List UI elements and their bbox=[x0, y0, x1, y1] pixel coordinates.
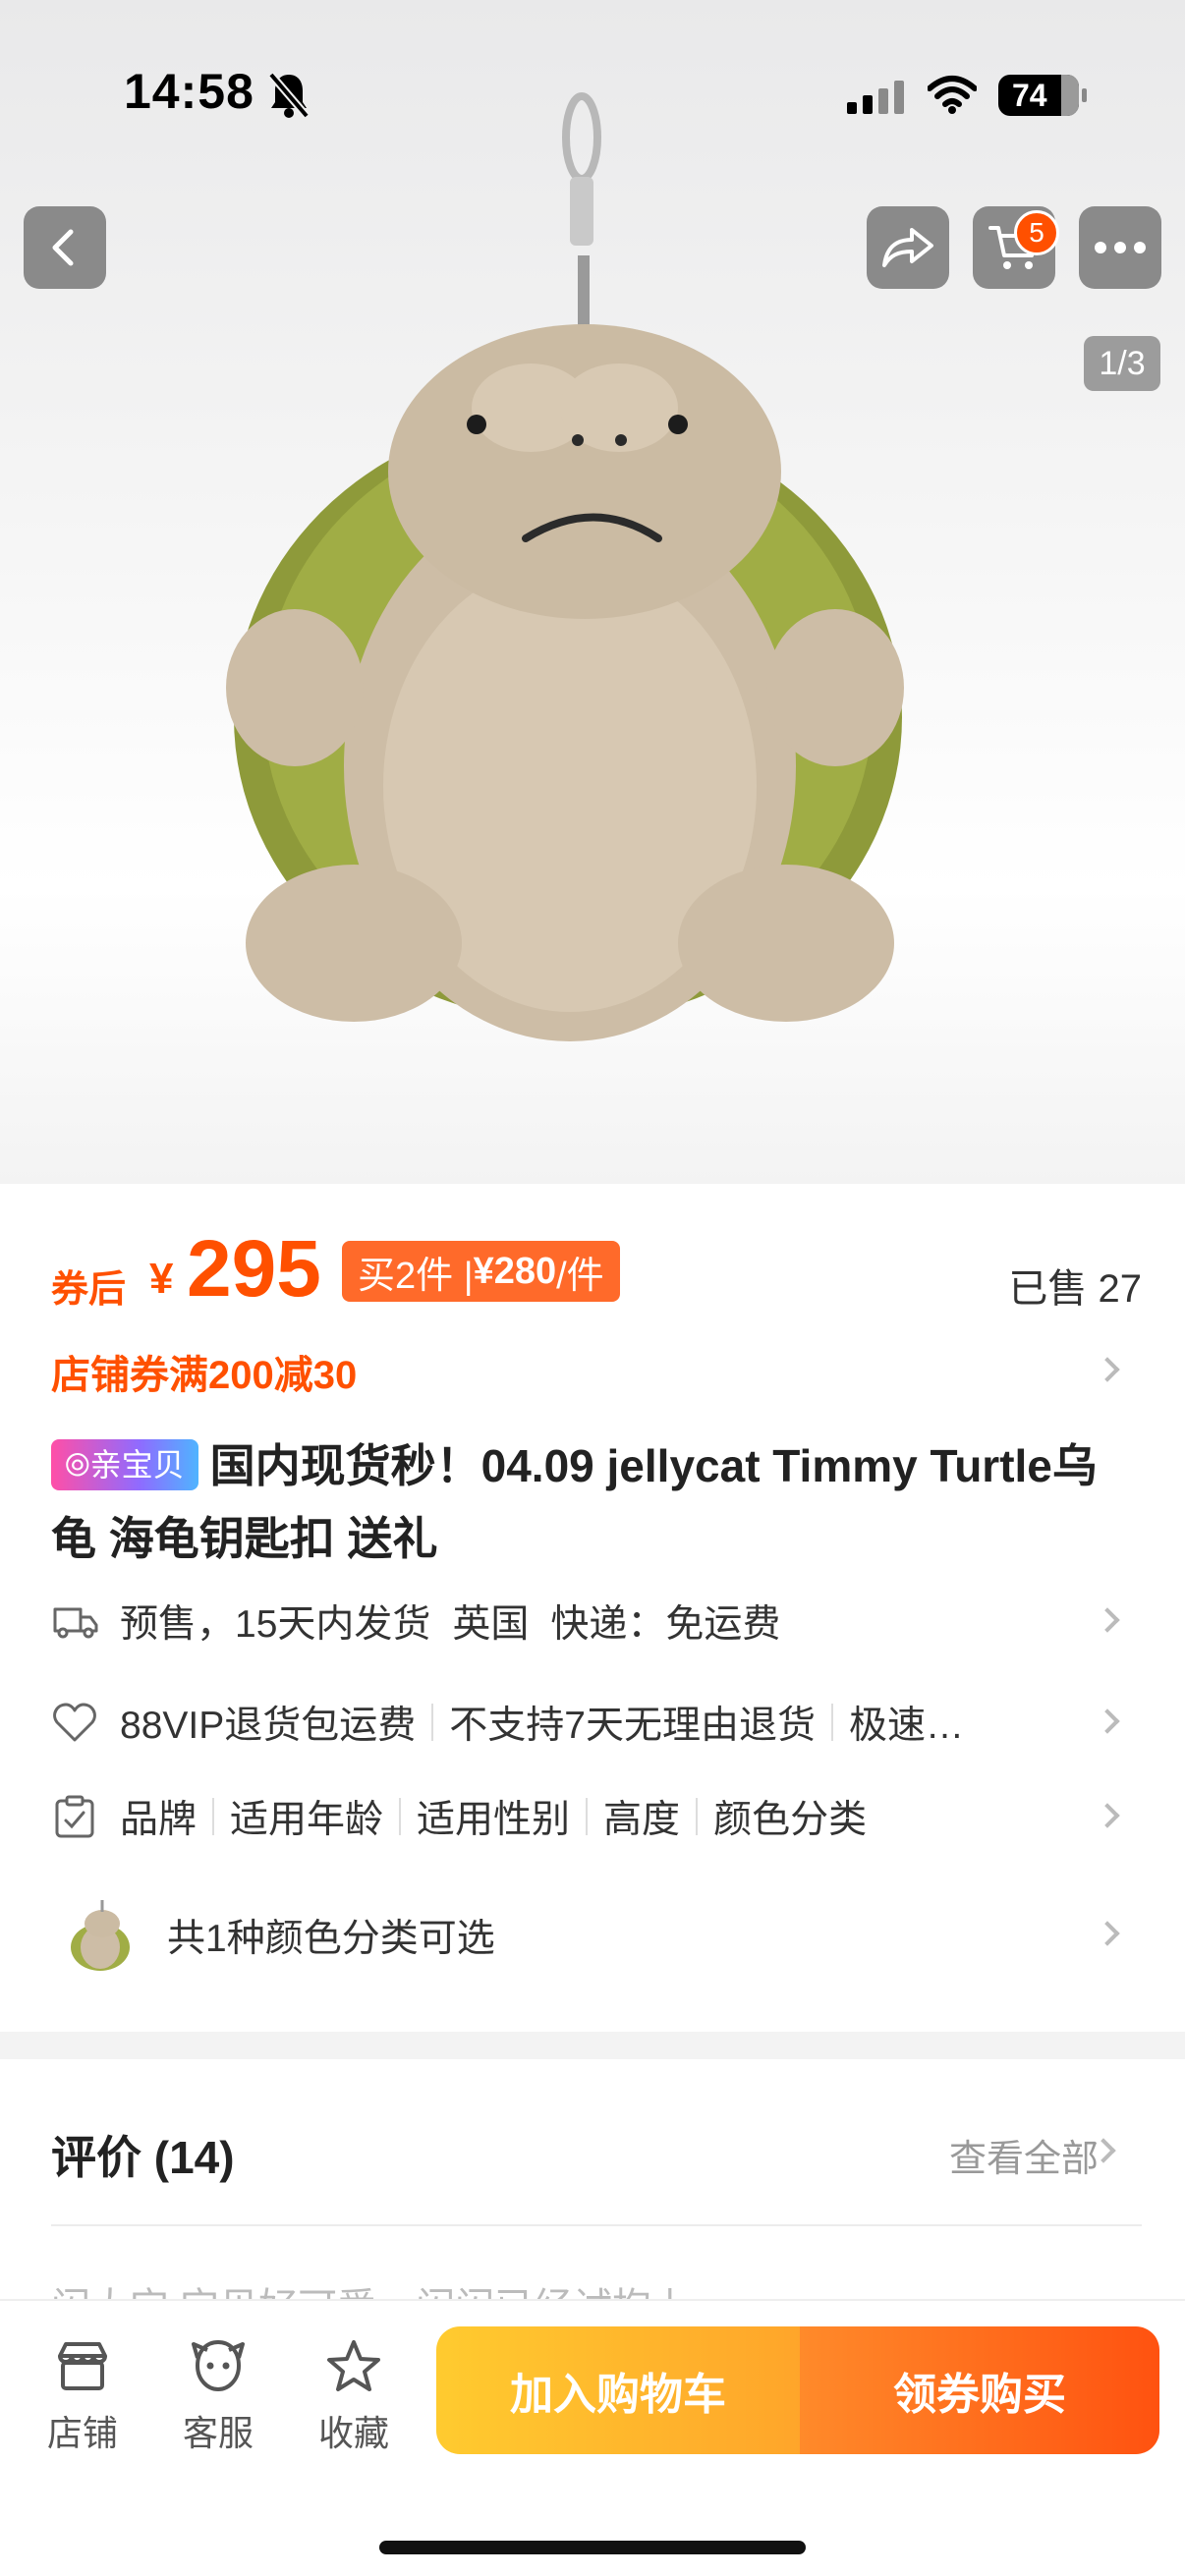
shipping-row[interactable]: 预售，15天内发货 英国 快递：免运费 bbox=[51, 1592, 1142, 1651]
clipboard-icon bbox=[55, 1795, 94, 1838]
reviews-section: 评价 (14) 查看全部 闪大宝 宝贝好可爱，闪闪已经试抱上 bbox=[0, 2059, 1185, 2305]
attribute-item: 适用年龄 bbox=[230, 1799, 384, 1841]
price-amount: 295 bbox=[187, 1224, 321, 1314]
battery-level: 74 bbox=[1012, 77, 1047, 113]
service-icon bbox=[192, 2339, 245, 2392]
attribute-item: 适用性别 bbox=[417, 1799, 571, 1841]
cellular-signal-icon bbox=[847, 81, 904, 114]
presale-text: 预售，15天内发货 bbox=[120, 1603, 431, 1646]
chevron-right-icon bbox=[1095, 1708, 1120, 1734]
view-all-reviews-link[interactable]: 查看全部 bbox=[949, 2128, 1099, 2182]
service-tab[interactable]: 客服 bbox=[159, 2336, 277, 2456]
more-icon bbox=[1095, 242, 1146, 253]
attribute-item: 颜色分类 bbox=[713, 1799, 868, 1841]
bulk-unit: /件 bbox=[556, 1255, 604, 1297]
back-button[interactable] bbox=[24, 206, 106, 289]
divider bbox=[51, 2224, 1142, 2226]
truck-icon bbox=[53, 1607, 98, 1639]
favorite-tab[interactable]: 收藏 bbox=[295, 2336, 413, 2456]
title-text: 国内现货秒！04.09 jellycat Timmy Turtle乌龟 海龟钥匙… bbox=[51, 1440, 1098, 1564]
shop-tab[interactable]: 店铺 bbox=[24, 2336, 141, 2456]
service-item: 88VIP退货包运费 bbox=[120, 1705, 417, 1747]
bulk-price: ¥280 bbox=[473, 1250, 557, 1292]
bulk-text: 买2件 | bbox=[358, 1255, 474, 1297]
product-title: ⦾亲宝贝 国内现货秒！04.09 jellycat Timmy Turtle乌龟 … bbox=[51, 1429, 1132, 1575]
chevron-right-icon bbox=[1095, 1607, 1120, 1633]
store-icon bbox=[58, 2342, 107, 2390]
color-option-row[interactable]: 共1种颜色分类可选 bbox=[51, 1881, 1142, 1989]
currency-symbol: ¥ bbox=[149, 1255, 174, 1303]
chevron-right-icon bbox=[1095, 1803, 1120, 1828]
color-thumbnail bbox=[71, 1900, 130, 1971]
origin-text: 英国 bbox=[452, 1603, 530, 1646]
attribute-item: 品牌 bbox=[120, 1799, 198, 1841]
service-item: 极速… bbox=[848, 1705, 964, 1747]
shop-coupon: 店铺券满200减30 bbox=[51, 1354, 358, 1397]
cart-count-badge: 5 bbox=[1014, 210, 1059, 255]
service-row[interactable]: 88VIP退货包运费 不支持7天无理由退货 极速… bbox=[51, 1693, 1142, 1752]
reviews-title: 评价 (14) bbox=[51, 2132, 235, 2183]
coupon-after-label: 券后 bbox=[51, 1269, 127, 1311]
attribute-item: 高度 bbox=[603, 1799, 681, 1841]
favorite-label: 收藏 bbox=[317, 2413, 389, 2453]
chevron-right-icon bbox=[1095, 1357, 1120, 1382]
more-button[interactable] bbox=[1079, 206, 1161, 289]
home-indicator bbox=[379, 2541, 806, 2554]
sold-count: 已售 27 bbox=[1008, 1267, 1142, 1311]
product-info: 券后 ¥ 295 买2件 | ¥280 /件 已售 27 店铺券满200减30 … bbox=[0, 1184, 1185, 2032]
price-row: 券后 ¥ 295 买2件 | ¥280 /件 已售 27 bbox=[51, 1224, 1142, 1314]
share-icon bbox=[882, 228, 933, 267]
bottom-action-bar: 店铺 客服 收藏 加入购物车 领券购买 bbox=[0, 2299, 1185, 2576]
heart-shield-icon bbox=[53, 1703, 96, 1742]
status-time: 14:58 bbox=[124, 64, 254, 119]
back-icon bbox=[52, 229, 74, 266]
service-item: 不支持7天无理由退货 bbox=[449, 1705, 816, 1747]
attributes-row[interactable]: 品牌 适用年龄 适用性别 高度 颜色分类 bbox=[51, 1787, 1142, 1846]
bulk-price-tag: 买2件 | ¥280 /件 bbox=[342, 1241, 620, 1302]
chevron-right-icon bbox=[1095, 1921, 1120, 1946]
product-gallery[interactable]: 14:58 74 5 1/3 bbox=[0, 0, 1185, 1184]
star-icon bbox=[327, 2340, 380, 2391]
silent-bell-icon bbox=[267, 72, 310, 118]
section-divider bbox=[0, 2032, 1185, 2059]
share-button[interactable] bbox=[867, 206, 949, 289]
status-bar: 14:58 74 bbox=[0, 0, 1185, 196]
battery-indicator: 74 bbox=[998, 75, 1087, 116]
product-image bbox=[226, 92, 904, 1041]
service-label: 客服 bbox=[182, 2413, 254, 2453]
wifi-icon bbox=[928, 76, 977, 114]
image-index: 1/3 bbox=[1084, 336, 1160, 391]
add-to-cart-button[interactable]: 加入购物车 bbox=[436, 2326, 800, 2454]
buy-with-coupon-button[interactable]: 领券购买 bbox=[800, 2326, 1159, 2454]
express-text: 快递：免运费 bbox=[550, 1603, 781, 1646]
color-option-text: 共1种颜色分类可选 bbox=[167, 1918, 495, 1960]
shop-label: 店铺 bbox=[46, 2413, 118, 2453]
qin-baobei-badge: ⦾亲宝贝 bbox=[51, 1439, 198, 1490]
